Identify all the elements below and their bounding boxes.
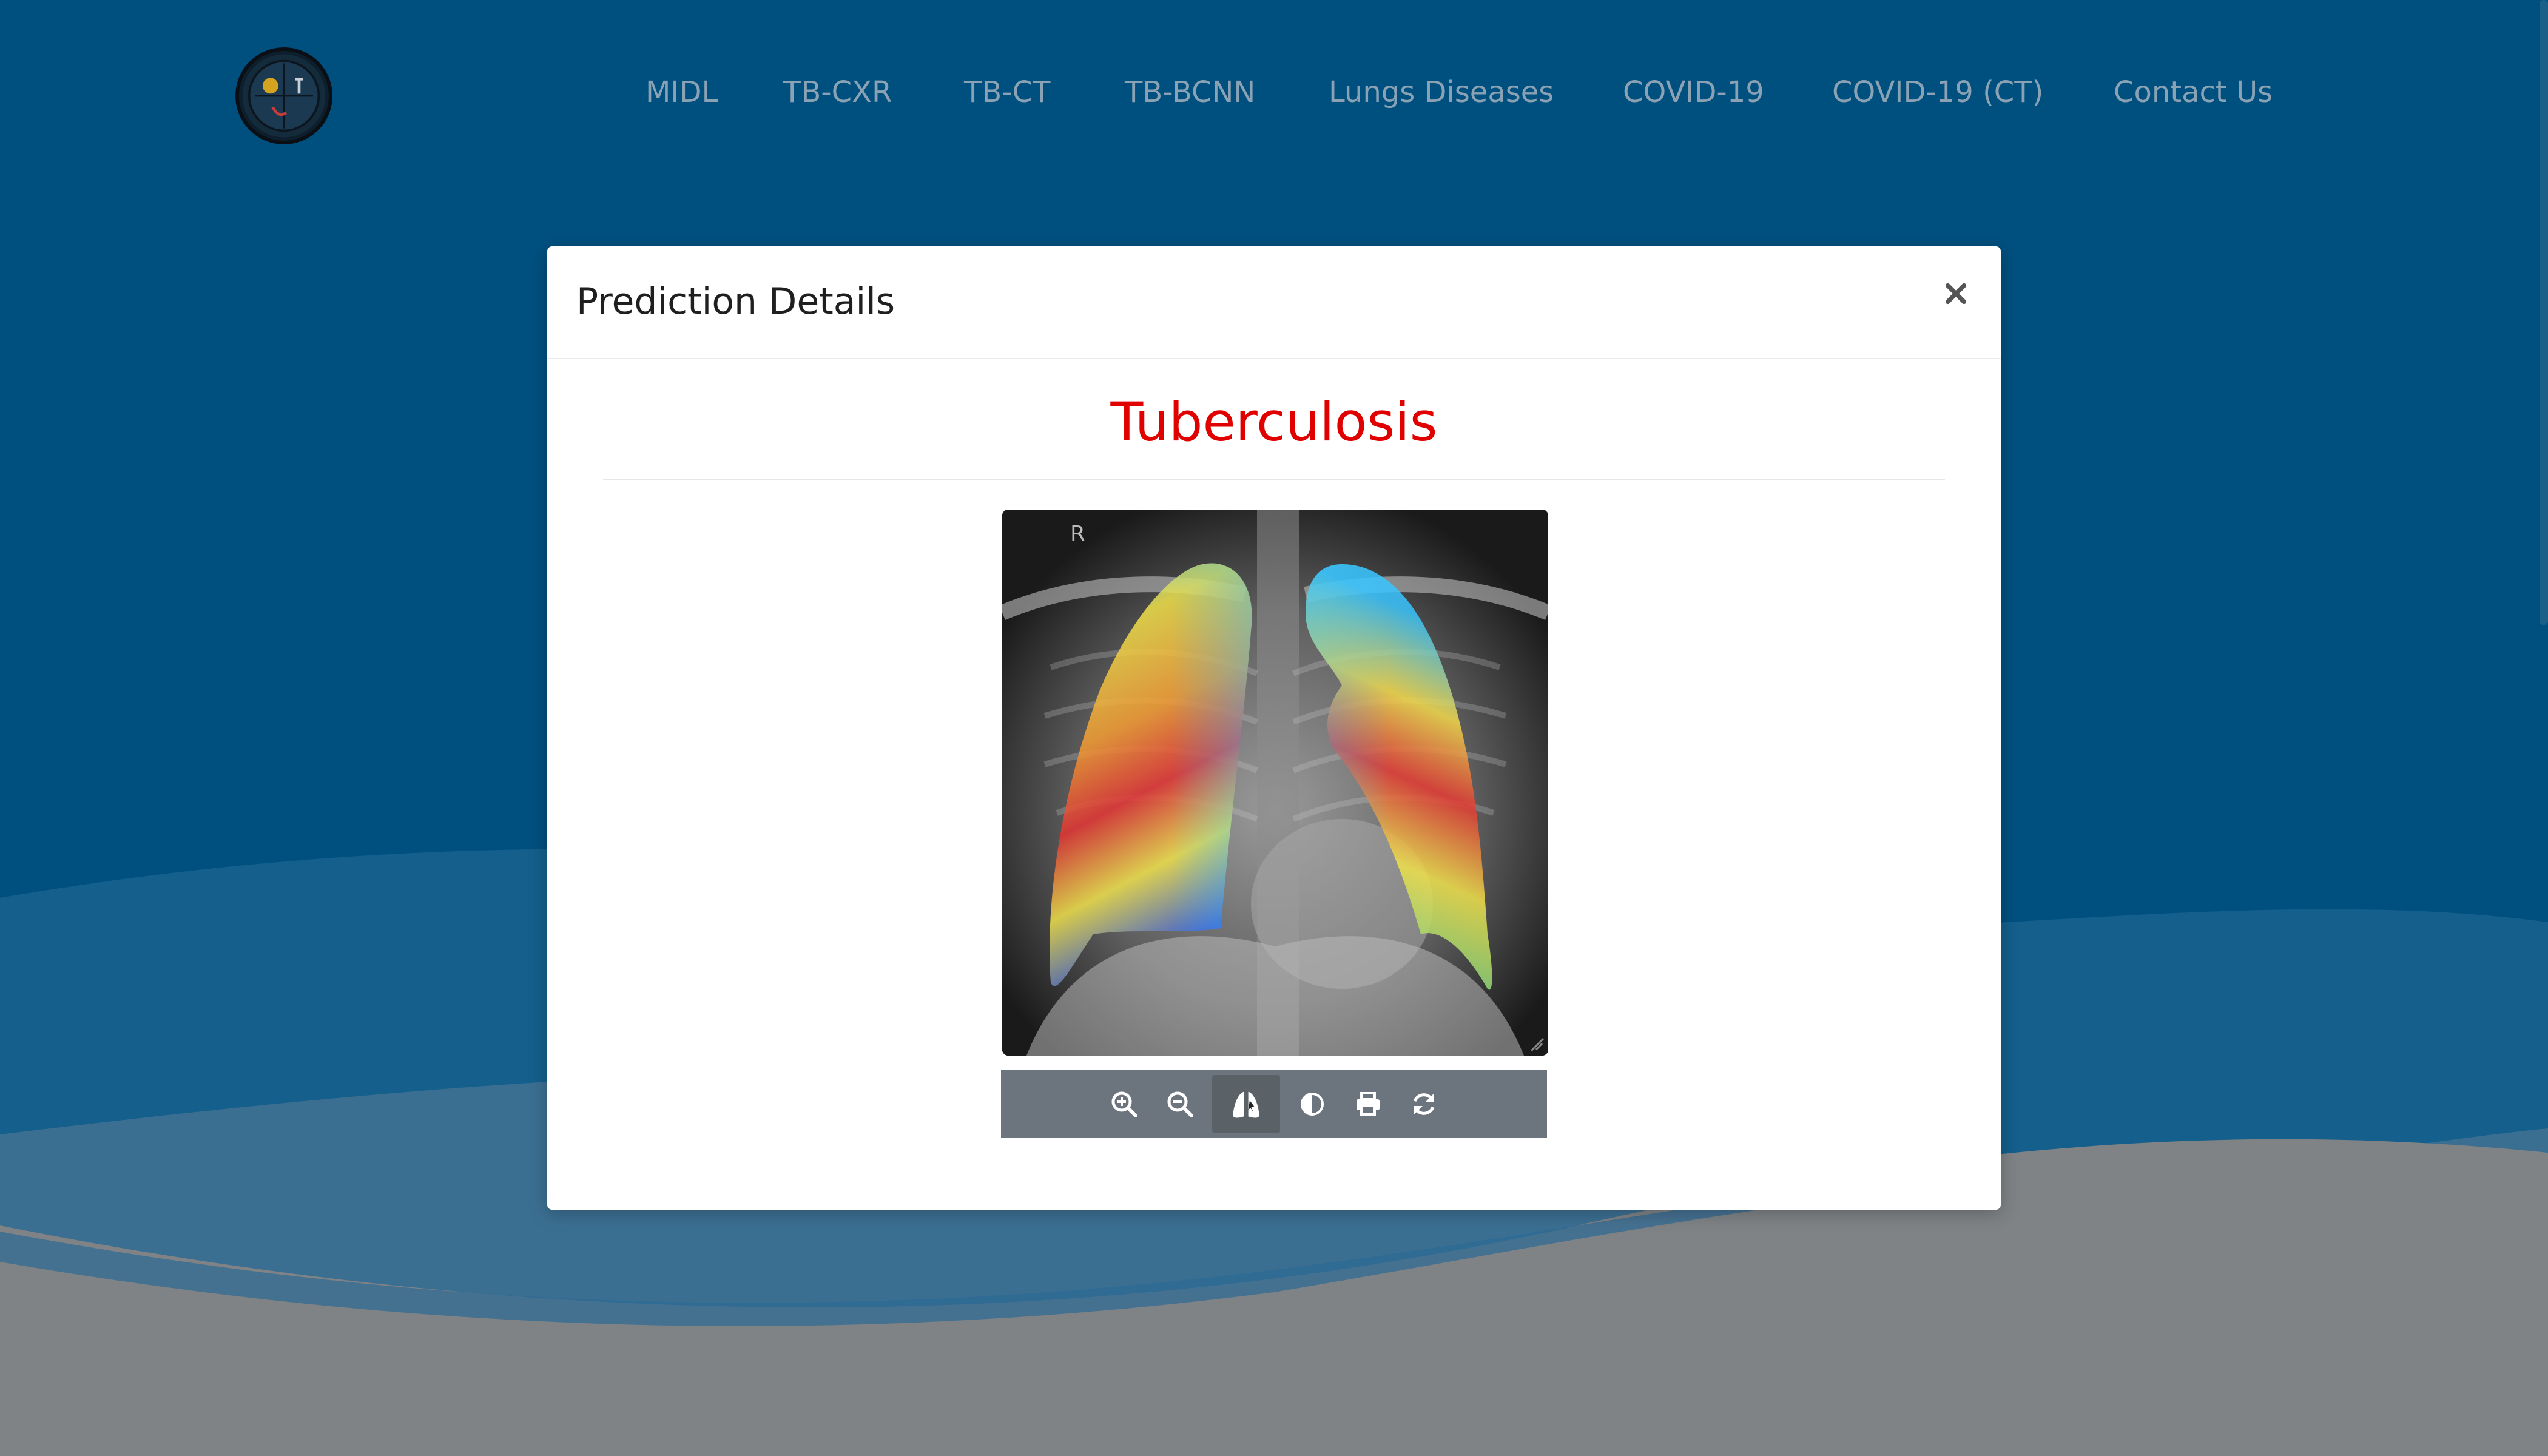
divider	[603, 479, 1945, 480]
lungs-icon[interactable]	[1212, 1075, 1280, 1133]
nav-link-contact-us[interactable]: Contact Us	[2114, 75, 2273, 109]
nav-link-tb-ct[interactable]: TB-CT	[964, 75, 1050, 109]
nav-link-lungs-diseases[interactable]: Lungs Diseases	[1329, 75, 1554, 109]
nav-link-covid-19-ct[interactable]: COVID-19 (CT)	[1832, 75, 2043, 109]
nav-link-midl[interactable]: MIDL	[645, 75, 718, 109]
page-scrollbar[interactable]	[2540, 0, 2548, 625]
xray-image-viewer[interactable]: R	[1002, 510, 1548, 1056]
nav-link-tb-cxr[interactable]: TB-CXR	[783, 75, 892, 109]
contrast-icon[interactable]	[1289, 1075, 1336, 1133]
refresh-icon[interactable]	[1400, 1075, 1448, 1133]
image-toolbar	[1001, 1070, 1547, 1138]
zoom-out-icon[interactable]	[1156, 1075, 1204, 1133]
print-icon[interactable]	[1344, 1075, 1392, 1133]
modal-header: Prediction Details	[547, 246, 2001, 359]
site-logo[interactable]	[235, 47, 332, 144]
navbar: MIDL TB-CXR TB-CT TB-BCNN Lungs Diseases…	[0, 0, 2548, 194]
xray-heatmap-image	[1002, 510, 1548, 1056]
prediction-details-modal: Prediction Details Tuberculosis R	[547, 246, 2001, 1210]
nav-link-tb-bcnn[interactable]: TB-BCNN	[1125, 75, 1255, 109]
xray-side-marker: R	[1070, 522, 1086, 547]
nav-link-covid-19[interactable]: COVID-19	[1623, 75, 1764, 109]
modal-title: Prediction Details	[576, 280, 895, 323]
zoom-in-icon[interactable]	[1100, 1075, 1148, 1133]
prediction-result: Tuberculosis	[1110, 391, 1438, 453]
close-icon[interactable]	[1941, 279, 1970, 308]
